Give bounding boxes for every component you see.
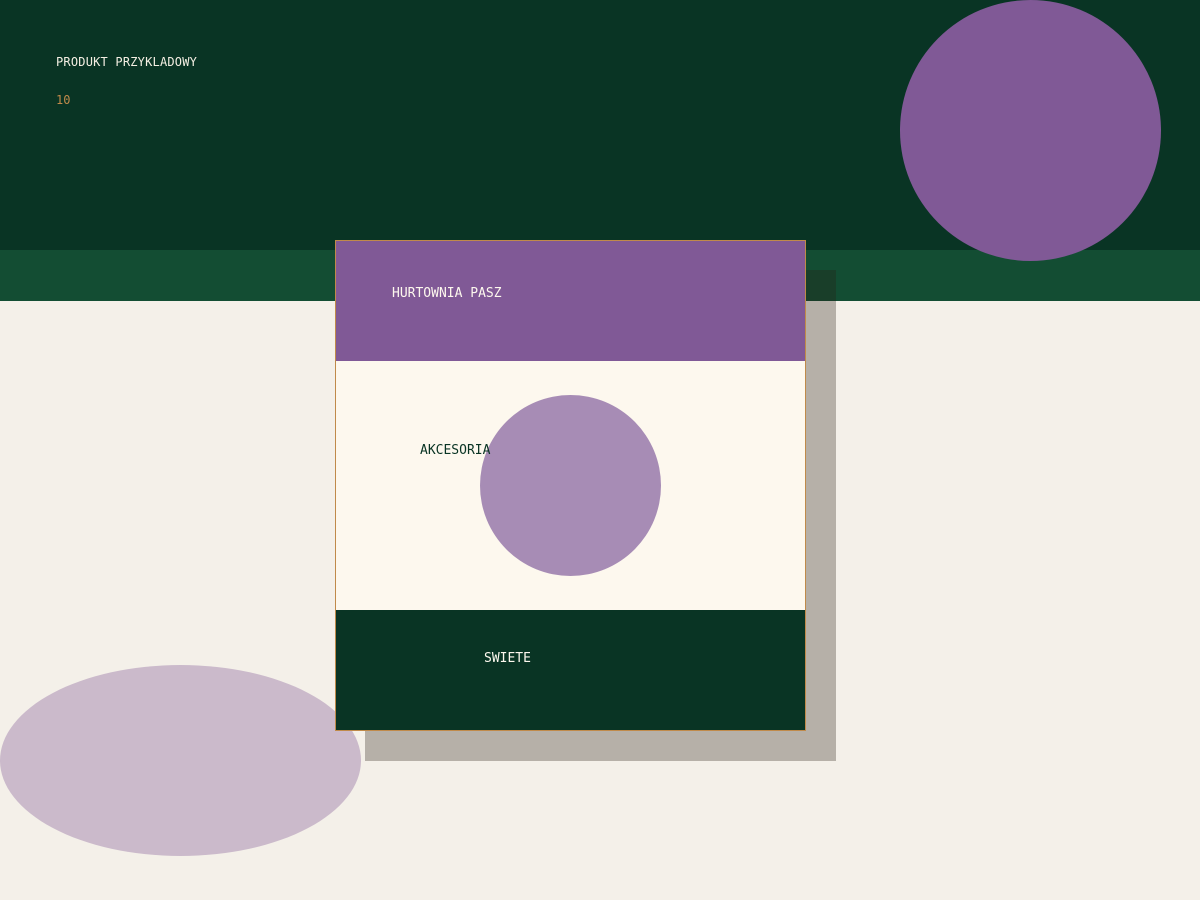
decorative-ellipse-bottom: [0, 665, 361, 856]
product-card[interactable]: HURTOWNIA PASZ AKCESORIA SWIETE: [335, 240, 806, 731]
card-circle-graphic: [480, 395, 661, 576]
product-title: PRODUKT PRZYKLADOWY: [56, 55, 198, 69]
card-top-label: HURTOWNIA PASZ: [392, 286, 502, 301]
card-top-section: HURTOWNIA PASZ: [336, 241, 805, 361]
card-middle-label: AKCESORIA: [420, 443, 491, 458]
card-bottom-section: SWIETE: [336, 610, 805, 730]
card-bottom-label: SWIETE: [484, 651, 531, 666]
decorative-circle-top: [900, 0, 1161, 261]
product-count: 10: [56, 93, 71, 107]
card-middle-section: AKCESORIA: [336, 361, 805, 610]
